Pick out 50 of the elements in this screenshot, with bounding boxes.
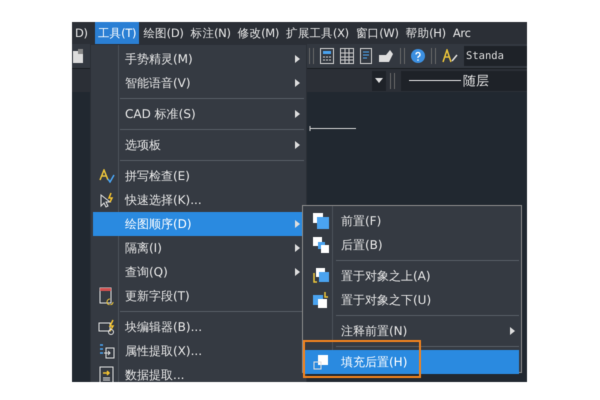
grid-table-icon[interactable] bbox=[340, 48, 354, 64]
bring-front-icon bbox=[312, 212, 330, 230]
menu-item[interactable]: 隔离(I) bbox=[93, 236, 304, 260]
above-object-icon bbox=[312, 267, 330, 285]
menu-item[interactable]: 数据提取... bbox=[93, 363, 304, 382]
eraser-icon[interactable] bbox=[378, 49, 394, 63]
menu-bar-item[interactable]: D) bbox=[72, 22, 91, 44]
menu-bar-item[interactable]: 标注(N) bbox=[188, 22, 234, 44]
under-object-icon bbox=[312, 291, 330, 309]
menu-item[interactable]: 手势精灵(M) bbox=[93, 47, 304, 71]
drawing-line bbox=[309, 126, 356, 131]
menu-item[interactable]: 注释前置(N) bbox=[305, 319, 519, 343]
menu-item[interactable]: 前置(F) bbox=[305, 209, 519, 233]
data-extract-icon bbox=[98, 366, 114, 382]
menu-bar-item[interactable]: 窗口(W) bbox=[352, 22, 402, 44]
menu-bar-item[interactable]: 扩展工具(X) bbox=[283, 22, 352, 44]
menu-item[interactable]: 绘图顺序(D) bbox=[93, 212, 304, 236]
cursor-lightning-icon bbox=[98, 192, 114, 208]
menu-item[interactable]: 快速选择(K)... bbox=[93, 188, 304, 212]
text-style-icon[interactable] bbox=[442, 49, 458, 63]
block-edit-icon bbox=[98, 319, 116, 335]
menu-bar-item[interactable]: 修改(M) bbox=[234, 22, 282, 44]
list-extract-icon bbox=[98, 343, 114, 359]
menu-item[interactable]: 选项板 bbox=[93, 133, 304, 157]
help-icon[interactable] bbox=[411, 49, 425, 63]
menu-item[interactable]: 填充后置(H) bbox=[305, 350, 519, 374]
menu-item[interactable]: 后置(B) bbox=[305, 233, 519, 257]
menu-bar-item[interactable]: 帮助(H) bbox=[402, 22, 449, 44]
document-refresh-icon bbox=[98, 287, 114, 305]
menu-item[interactable]: 更新字段(T) bbox=[93, 284, 304, 308]
menu-item[interactable]: 属性提取(X)... bbox=[93, 339, 304, 363]
menu-item[interactable]: 置于对象之上(A) bbox=[305, 264, 519, 288]
menu-item[interactable]: 智能语音(V) bbox=[93, 71, 304, 95]
menu-bar-item[interactable]: Arc bbox=[450, 22, 474, 44]
send-back-icon bbox=[312, 236, 330, 254]
paste-icon[interactable] bbox=[73, 49, 83, 63]
menu-item[interactable]: 置于对象之下(U) bbox=[305, 288, 519, 312]
menu-item[interactable]: CAD 标准(S) bbox=[93, 102, 304, 126]
menu-bar-item[interactable]: 工具(T) bbox=[94, 22, 140, 44]
document-icon[interactable] bbox=[360, 48, 372, 64]
text-style-field[interactable]: Standa bbox=[464, 46, 527, 66]
dropdown-caret-icon[interactable] bbox=[372, 70, 386, 90]
menu-item[interactable]: 块编辑器(B)... bbox=[93, 315, 304, 339]
hatch-back-icon bbox=[312, 354, 328, 370]
spell-check-icon bbox=[98, 169, 114, 183]
calculator-icon[interactable] bbox=[320, 48, 334, 64]
linetype-dropdown[interactable]: 随层 bbox=[401, 70, 527, 90]
menu-item[interactable]: 查询(Q) bbox=[93, 260, 304, 284]
menu-item[interactable]: 拼写检查(E) bbox=[93, 164, 304, 188]
menu-bar-item[interactable]: 绘图(D) bbox=[140, 22, 187, 44]
